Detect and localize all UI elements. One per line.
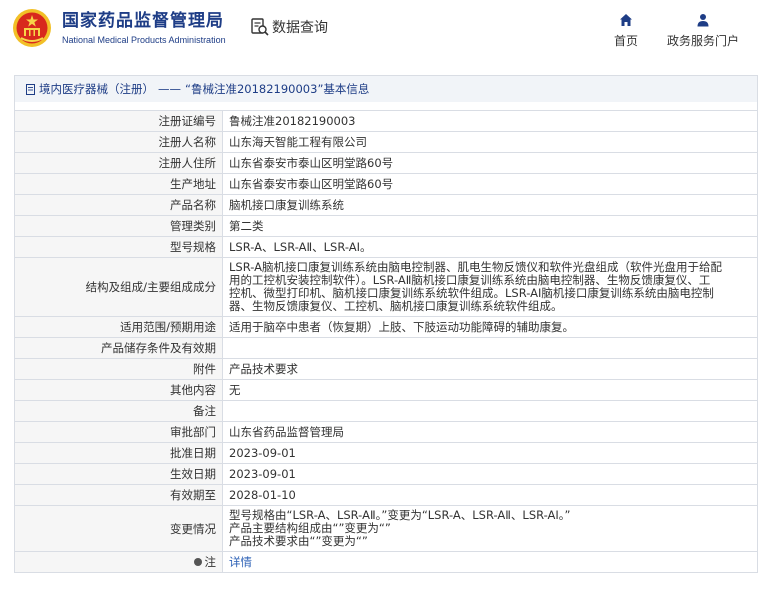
field-label-approval-dept: 审批部门: [14, 421, 223, 443]
field-value-approval-date: 2023-09-01: [222, 442, 758, 464]
data-query-label: 数据查询: [272, 20, 328, 36]
nav-service-portal[interactable]: 政务服务门户: [667, 13, 739, 49]
nav-service-portal-label: 政务服务门户: [667, 34, 740, 48]
breadcrumb: 境内医疗器械（注册） —— “鲁械注准20182190003”基本信息: [14, 75, 758, 102]
breadcrumb-title: “鲁械注准20182190003”基本信息: [185, 82, 370, 96]
breadcrumb-category[interactable]: 境内医疗器械（注册）: [39, 81, 154, 97]
table-row: 审批部门 山东省药品监督管理局: [14, 421, 758, 443]
field-label-product-name: 产品名称: [14, 194, 223, 216]
field-label-changes: 变更情况: [14, 505, 223, 552]
table-row: 备注: [14, 400, 758, 422]
field-label-reg-no: 注册证编号: [14, 110, 223, 132]
field-label-expiry-date: 有效期至: [14, 484, 223, 506]
logo-title-en: National Medical Products Administration: [62, 35, 226, 45]
field-label-other: 其他内容: [14, 379, 223, 401]
table-row: 注册人住所 山东省泰安市泰山区明堂路60号: [14, 152, 758, 174]
field-value-mgmt-class: 第二类: [222, 215, 758, 237]
table-row: 注 详情: [14, 551, 758, 573]
field-label-scope: 适用范围/预期用途: [14, 316, 223, 338]
note-key: 注: [193, 552, 217, 572]
note-label: 注: [204, 555, 217, 569]
national-emblem-icon: [13, 9, 51, 47]
field-value-storage: [222, 337, 758, 359]
table-row: 型号规格 LSR-A、LSR-AⅡ、LSR-AⅠ。: [14, 236, 758, 258]
site-header: 国家药品监督管理局 National Medical Products Admi…: [0, 0, 758, 68]
nav-home[interactable]: 首页: [614, 13, 638, 49]
field-label-registrant: 注册人名称: [14, 131, 223, 153]
details-link[interactable]: 详情: [229, 555, 252, 569]
field-label-structure: 结构及组成/主要组成成分: [14, 257, 223, 317]
panel-spacer: [14, 102, 758, 110]
field-label-model-spec: 型号规格: [14, 236, 223, 258]
home-icon: [620, 14, 632, 26]
document-icon: [26, 83, 35, 95]
table-row: 生产地址 山东省泰安市泰山区明堂路60号: [14, 173, 758, 195]
field-label-production-addr: 生产地址: [14, 173, 223, 195]
logo-title-cn: 国家药品监督管理局: [62, 11, 224, 31]
site-logo[interactable]: 国家药品监督管理局 National Medical Products Admi…: [12, 8, 226, 48]
field-value-scope: 适用于脑卒中患者（恢复期）上肢、下肢运动功能障碍的辅助康复。: [222, 316, 758, 338]
field-label-attachment: 附件: [14, 358, 223, 380]
table-row: 适用范围/预期用途 适用于脑卒中患者（恢复期）上肢、下肢运动功能障碍的辅助康复。: [14, 316, 758, 338]
user-icon: [697, 14, 709, 27]
field-value-note: 详情: [222, 551, 758, 573]
detail-table: 注册证编号 鲁械注准20182190003 注册人名称 山东海天智能工程有限公司…: [14, 110, 758, 573]
field-value-registrant-addr: 山东省泰安市泰山区明堂路60号: [222, 152, 758, 174]
field-label-effective-date: 生效日期: [14, 463, 223, 485]
table-row: 注册人名称 山东海天智能工程有限公司: [14, 131, 758, 153]
table-row: 结构及组成/主要组成成分 LSR-A脑机接口康复训练系统由脑电控制器、肌电生物反…: [14, 257, 758, 317]
change-line: 产品技术要求由“”变更为“”: [229, 534, 368, 548]
table-row: 产品名称 脑机接口康复训练系统: [14, 194, 758, 216]
field-value-model-spec: LSR-A、LSR-AⅡ、LSR-AⅠ。: [222, 236, 758, 258]
field-label-registrant-addr: 注册人住所: [14, 152, 223, 174]
field-value-production-addr: 山东省泰安市泰山区明堂路60号: [222, 173, 758, 195]
pin-icon: [193, 558, 202, 566]
table-row: 有效期至 2028-01-10: [14, 484, 758, 506]
field-value-reg-no: 鲁械注准20182190003: [222, 110, 758, 132]
field-label-note: 注: [14, 551, 223, 573]
logo-text: 国家药品监督管理局 National Medical Products Admi…: [62, 10, 226, 46]
field-label-mgmt-class: 管理类别: [14, 215, 223, 237]
field-value-changes: 型号规格由“LSR-A、LSR-AⅡ。”变更为“LSR-A、LSR-AⅡ、LSR…: [222, 505, 758, 552]
field-value-other: 无: [222, 379, 758, 401]
field-value-approval-dept: 山东省药品监督管理局: [222, 421, 758, 443]
table-row: 管理类别 第二类: [14, 215, 758, 237]
field-value-attachment: 产品技术要求: [222, 358, 758, 380]
field-value-remark: [222, 400, 758, 422]
field-value-effective-date: 2023-09-01: [222, 463, 758, 485]
field-value-product-name: 脑机接口康复训练系统: [222, 194, 758, 216]
search-document-icon: [251, 18, 269, 36]
field-value-expiry-date: 2028-01-10: [222, 484, 758, 506]
table-row: 附件 产品技术要求: [14, 358, 758, 380]
data-query-link[interactable]: 数据查询: [250, 17, 328, 37]
field-label-remark: 备注: [14, 400, 223, 422]
structure-line: 器、生物反馈康复仪、工控机、脑机接口康复训练系统软件组成。: [229, 299, 563, 313]
table-row: 注册证编号 鲁械注准20182190003: [14, 110, 758, 132]
field-label-approval-date: 批准日期: [14, 442, 223, 464]
table-row: 其他内容 无: [14, 379, 758, 401]
table-row: 变更情况 型号规格由“LSR-A、LSR-AⅡ。”变更为“LSR-A、LSR-A…: [14, 505, 758, 552]
field-label-storage: 产品储存条件及有效期: [14, 337, 223, 359]
table-row: 批准日期 2023-09-01: [14, 442, 758, 464]
detail-panel: 境内医疗器械（注册） —— “鲁械注准20182190003”基本信息 注册证编…: [14, 75, 758, 573]
field-value-registrant: 山东海天智能工程有限公司: [222, 131, 758, 153]
field-value-structure: LSR-A脑机接口康复训练系统由脑电控制器、肌电生物反馈仪和软件光盘组成（软件光…: [222, 257, 758, 317]
table-row: 生效日期 2023-09-01: [14, 463, 758, 485]
nav-home-label: 首页: [614, 34, 639, 48]
breadcrumb-separator: ——: [158, 82, 181, 96]
table-row: 产品储存条件及有效期: [14, 337, 758, 359]
